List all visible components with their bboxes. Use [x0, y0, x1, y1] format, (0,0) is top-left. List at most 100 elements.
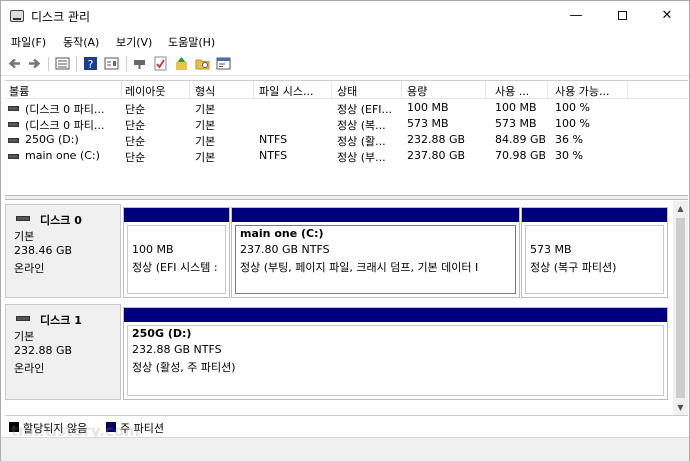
vertical-scrollbar[interactable]: ▲ ▼ [673, 201, 688, 415]
volume-icon [8, 122, 19, 127]
cell-status: 정상 (복... [337, 119, 386, 132]
toolbar-separator [76, 57, 77, 71]
up-icon[interactable] [174, 56, 189, 71]
cell-filesystem: NTFS [259, 133, 288, 146]
partition-status: 정상 (활성, 주 파티션) [132, 361, 236, 374]
primary-partition-bar [124, 208, 229, 222]
cell-free-space: 84.89 GB [495, 133, 545, 146]
scroll-up-arrow-icon[interactable]: ▲ [673, 201, 688, 216]
partition-body: 250G (D:) 232.88 GB NTFS 정상 (활성, 주 파티션) [127, 325, 664, 396]
column-divider[interactable] [331, 81, 332, 99]
column-filesystem[interactable]: 파일 시스... [259, 83, 329, 99]
column-divider[interactable] [121, 81, 122, 99]
table-row[interactable]: main one (C:) 단순 기본 NTFS 정상 (부... 237.80 GB 70… [5, 148, 688, 164]
partition-c[interactable]: main one (C:) 237.80 GB NTFS 정상 (부팅, 페이지… [231, 207, 520, 298]
disk-status: 온라인 [14, 362, 45, 375]
column-capacity[interactable]: 용량 [407, 83, 483, 99]
cell-format: 기본 [195, 119, 216, 132]
disk-size: 232.88 GB [14, 344, 73, 357]
column-divider[interactable] [627, 81, 628, 99]
cell-capacity: 237.80 GB [407, 149, 466, 162]
cell-volume: 250G (D:) [25, 133, 79, 146]
table-row[interactable]: 250G (D:) 단순 기본 NTFS 정상 (활... 232.88 GB 84.89 … [5, 132, 688, 148]
menu-file[interactable]: 파일(F) [11, 34, 46, 50]
partition-size: 237.80 GB NTFS [240, 243, 330, 256]
menu-view[interactable]: 보기(V) [116, 34, 152, 50]
connect-icon[interactable] [132, 56, 147, 71]
primary-partition-bar [522, 208, 667, 222]
cell-volume: (디스크 0 파티... [25, 119, 105, 132]
disk-icon [16, 316, 30, 321]
pane-splitter[interactable] [5, 195, 688, 200]
table-row[interactable]: (디스크 0 파티... 단순 기본 정상 (복... 573 MB 573 MB 100 … [5, 116, 688, 132]
close-button[interactable]: ✕ [644, 1, 690, 31]
window-title: 디스크 관리 [31, 10, 91, 24]
disk-graph-view: 디스크 0 기본 238.46 GB 온라인 100 MB 정상 (EFI 시스… [5, 201, 673, 415]
disk-size: 238.46 GB [14, 244, 73, 257]
toolbar-separator [126, 57, 127, 71]
column-volume[interactable]: 볼륨 [9, 83, 119, 99]
column-percent-free[interactable]: 사용 가능... [555, 83, 625, 99]
folder-icon[interactable] [195, 56, 210, 71]
disk-app-icon [10, 10, 24, 22]
menu-bar: 파일(F) 동작(A) 보기(V) 도움말(H) [1, 31, 689, 51]
table-row[interactable]: (디스크 0 파티... 단순 기본 정상 (EFI... 100 MB 100 MB 10… [5, 100, 688, 116]
forward-icon[interactable] [27, 56, 42, 71]
volume-icon [8, 138, 19, 143]
column-divider[interactable] [547, 81, 548, 99]
cell-status: 정상 (활... [337, 135, 386, 148]
list-icon[interactable] [55, 56, 70, 71]
column-status[interactable]: 상태 [337, 83, 399, 99]
cell-free-space: 70.98 GB [495, 149, 545, 162]
column-free-space[interactable]: 사용 ... [495, 83, 545, 99]
cell-volume: (디스크 0 파티... [25, 103, 105, 116]
maximize-button[interactable] [599, 1, 645, 31]
disk-name: 디스크 1 [40, 314, 82, 327]
partition-status: 정상 (EFI 시스템 : [132, 261, 218, 274]
disk-management-window: 디스크 관리 — ✕ 파일(F) 동작(A) 보기(V) 도움말(H) ? 볼륨… [0, 0, 690, 461]
column-divider[interactable] [401, 81, 402, 99]
disk-icon [16, 216, 30, 221]
console-icon[interactable] [216, 56, 231, 71]
column-divider[interactable] [485, 81, 486, 99]
cell-layout: 단순 [125, 151, 146, 164]
volume-icon [8, 154, 19, 159]
help-icon[interactable]: ? [83, 56, 98, 71]
cell-percent-free: 30 % [555, 149, 583, 162]
minimize-button[interactable]: — [553, 1, 599, 31]
volume-icon [8, 106, 19, 111]
cell-status: 정상 (EFI... [337, 103, 393, 116]
partition-d[interactable]: 250G (D:) 232.88 GB NTFS 정상 (활성, 주 파티션) [123, 307, 668, 400]
scroll-down-arrow-icon[interactable]: ▼ [673, 400, 688, 415]
menu-action[interactable]: 동작(A) [63, 34, 99, 50]
column-layout[interactable]: 레이아웃 [125, 83, 187, 99]
properties-icon[interactable] [104, 56, 119, 71]
disk-0-label[interactable]: 디스크 0 기본 238.46 GB 온라인 [5, 204, 121, 298]
volume-list: 볼륨 레이아웃 형식 파일 시스... 상태 용량 사용 ... 사용 가능..… [5, 80, 688, 194]
menu-help[interactable]: 도움말(H) [168, 34, 215, 50]
cell-percent-free: 100 % [555, 117, 590, 130]
partition-efi[interactable]: 100 MB 정상 (EFI 시스템 : [123, 207, 230, 298]
disk-name: 디스크 0 [40, 214, 82, 227]
svg-text:?: ? [88, 58, 94, 71]
partition-title: main one (C:) [240, 227, 324, 240]
cell-free-space: 573 MB [495, 117, 537, 130]
column-divider[interactable] [253, 81, 254, 99]
back-icon[interactable] [7, 56, 22, 71]
cell-percent-free: 100 % [555, 101, 590, 114]
disk-type: 기본 [14, 230, 35, 243]
cell-volume: main one (C:) [25, 149, 100, 162]
cell-capacity: 573 MB [407, 117, 449, 130]
partition-recovery[interactable]: 573 MB 정상 (복구 파티션) [521, 207, 668, 298]
disk-1-label[interactable]: 디스크 1 기본 232.88 GB 온라인 [5, 304, 121, 400]
cell-capacity: 232.88 GB [407, 133, 466, 146]
partition-size: 100 MB [132, 243, 174, 256]
column-divider[interactable] [189, 81, 190, 99]
scrollbar-thumb[interactable] [676, 218, 685, 398]
cell-percent-free: 36 % [555, 133, 583, 146]
primary-partition-bar [124, 308, 667, 322]
primary-partition-bar [232, 208, 519, 222]
check-icon[interactable] [153, 56, 168, 71]
list-header: 볼륨 레이아웃 형식 파일 시스... 상태 용량 사용 ... 사용 가능..… [5, 81, 688, 99]
column-format[interactable]: 형식 [195, 83, 251, 99]
